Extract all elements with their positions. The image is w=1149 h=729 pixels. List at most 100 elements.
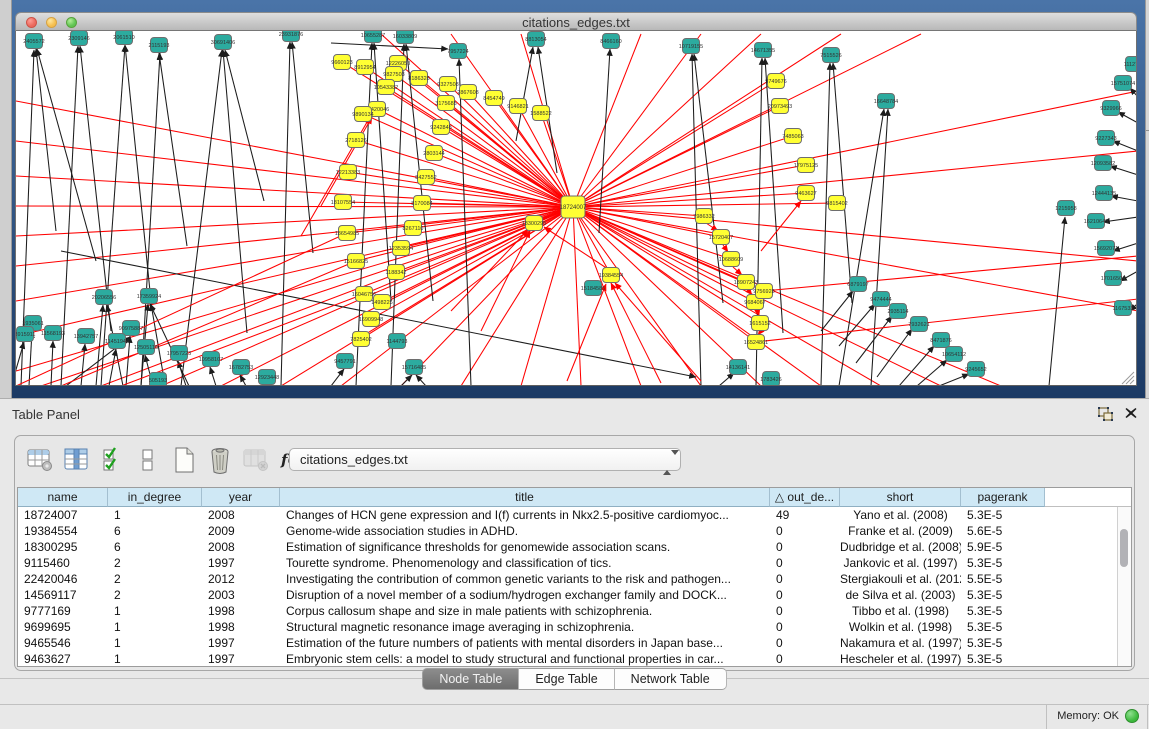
column-visibility-icon[interactable] [61,446,91,474]
graph-edge [321,117,372,206]
graph-node-label: 17975125 [794,163,818,169]
graph-edge [573,165,806,207]
window-titlebar[interactable]: citations_edges.txt [15,12,1137,31]
table-tabs: Node TableEdge TableNetwork Table [0,668,1149,690]
column-header-out_de[interactable]: △ out_de... [770,488,840,507]
graph-edge [573,151,1137,207]
graph-node-label: 10688609 [719,257,743,263]
graph-edge [821,291,853,331]
graph-node-label: 1112795 [1124,62,1137,68]
graph-node-label: 15692071 [1094,246,1118,252]
graph-node-label: 15716485 [402,365,426,371]
graph-edge [611,283,661,383]
column-header-year[interactable]: year [202,488,280,507]
column-header-title[interactable]: title [280,488,770,507]
memory-ok-icon [1125,709,1139,723]
graph-edge [36,49,56,231]
graph-edge [225,50,264,201]
table-row[interactable]: 1456911722003Disruption of a novel membe… [18,587,1131,603]
table-cell: 22420046 [18,571,108,587]
graph-node-label: 8466160 [600,39,621,45]
graph-edge [573,34,701,207]
delete-table-icon[interactable] [205,446,235,474]
table-row[interactable]: 946554611997Estimation of the future num… [18,635,1131,651]
graph-edge [573,207,1137,261]
table-cell: 9115460 [18,555,108,571]
network-graph[interactable]: 2405572230914620615102115193306914062393… [16,31,1137,386]
graph-edge [281,42,290,386]
graph-node-label: 18107554 [331,200,355,206]
graph-edge [573,91,1137,207]
network-canvas[interactable]: 2405572230914620615102115193306914062393… [15,31,1137,386]
table-cell: 5.9E-5 [961,539,1045,555]
graph-node-label: 14136141 [726,365,750,371]
graph-edge [141,53,160,386]
graph-edge [939,374,969,386]
float-panel-icon[interactable] [1098,407,1115,422]
column-header-in_degree[interactable]: in_degree [108,488,202,507]
tab-network-table[interactable]: Network Table [615,668,727,690]
graph-node-label: 1215958 [1055,206,1076,212]
table-cell: 0 [770,635,840,651]
table-cell: 0 [770,651,840,667]
graph-node-label: 2061510 [113,35,134,41]
column-header-short[interactable]: short [840,488,961,507]
table-row[interactable]: 1872400712008Changes of HCN gene express… [18,507,1131,523]
graph-node-label: 18300295 [522,221,546,227]
graph-edge [41,207,573,386]
graph-node-label: 16033809 [393,34,417,40]
table-cell: 0 [770,587,840,603]
select-all-rows-icon[interactable] [97,446,127,474]
graph-edge [331,369,344,386]
table-row[interactable]: 946362711997Embryonic stem cells: a mode… [18,651,1131,667]
graph-node-label: 7825402 [350,337,371,343]
graph-node-label: 2867608 [457,90,478,96]
table-selector-dropdown[interactable]: citations_edges.txt [289,448,681,471]
column-header-name[interactable]: name [18,488,108,507]
graph-node-label: 9756928 [753,289,774,295]
tab-node-table[interactable]: Node Table [422,668,519,690]
create-table-icon[interactable] [169,446,199,474]
graph-node-label: 8471876 [930,338,951,344]
graph-node-label: 7957224 [447,49,468,55]
graph-edge [377,109,573,207]
delete-column-icon[interactable] [241,446,271,474]
table-cell: 1 [108,619,202,635]
table-scrollbar[interactable] [1117,507,1131,667]
table-cell: 2009 [202,523,280,539]
table-toolbar: f(x) [25,445,317,475]
column-header-pagerank[interactable]: pagerank [961,488,1045,507]
table-cell: 19384554 [18,523,108,539]
table-row[interactable]: 1938455462009Genome-wide association stu… [18,523,1131,539]
graph-edge [481,231,530,331]
graph-node-label: 7515526 [820,53,841,59]
table-cell: 9465546 [18,635,108,651]
table-cell: Yano et al. (2008) [840,507,961,523]
table-row[interactable]: 1830029562008Estimation of significance … [18,539,1131,555]
table-cell: Changes of HCN gene expression and I(f) … [280,507,770,523]
scrollbar-thumb[interactable] [1120,529,1128,567]
graph-edge [821,63,830,386]
table-row[interactable]: 2242004622012Investigating the contribut… [18,571,1131,587]
table-cell: 9463627 [18,651,108,667]
graph-edge [573,207,581,386]
deselect-all-rows-icon[interactable] [133,446,163,474]
table-cell: Dudbridge et al. (2008) [840,539,961,555]
table-row[interactable]: 977716911998Corpus callosum shape and si… [18,603,1131,619]
table-cell: 0 [770,539,840,555]
table-cell: 5.3E-5 [961,635,1045,651]
memory-status[interactable]: Memory: OK [1046,705,1148,729]
graph-edge [51,341,53,386]
tab-edge-table[interactable]: Edge Table [519,668,614,690]
table-settings-icon[interactable] [25,446,55,474]
header-filler [1045,488,1131,507]
graph-edge [719,373,734,386]
graph-node-label: 8186328 [408,76,429,82]
close-panel-icon[interactable] [1124,406,1138,420]
resize-grip-icon[interactable] [1122,372,1134,384]
graph-node-label: 9245652 [965,367,986,373]
table-row[interactable]: 911546021997Tourette syndrome. Phenomeno… [18,555,1131,571]
table-cell: Nakamura et al. (1997) [840,635,961,651]
table-row[interactable]: 969969511998Structural magnetic resonanc… [18,619,1131,635]
graph-edge [573,81,776,207]
